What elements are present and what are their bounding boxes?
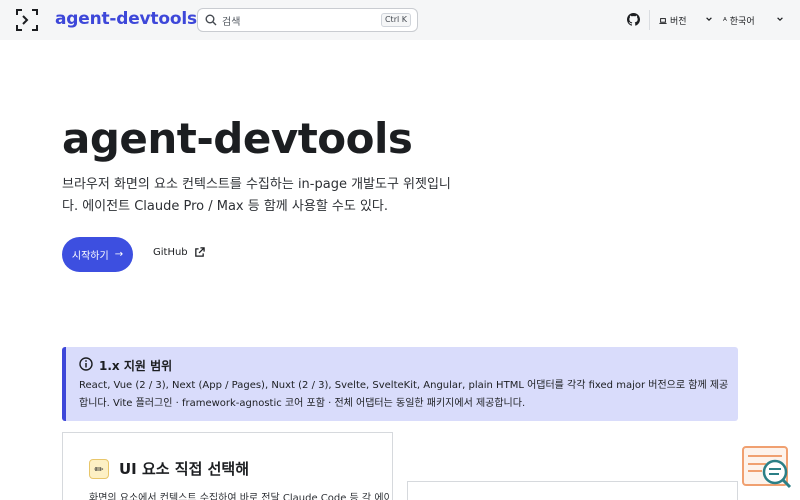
chevron-down-icon	[706, 17, 712, 22]
feature-card-title: UI 요소 직접 선택해	[119, 460, 250, 478]
hero-title: agent-devtools	[62, 114, 413, 163]
get-started-label: 시작하기	[71, 251, 109, 262]
search-icon	[205, 14, 217, 26]
search-placeholder: 검색	[222, 17, 241, 28]
admonition-body: React, Vue (2 / 3), Next (App / Pages), …	[79, 380, 729, 409]
navbar: agent-devtools 검색 Ctrl K 버전 ᴬ 한국어	[0, 0, 800, 40]
logo-icon[interactable]	[16, 9, 38, 31]
github-icon[interactable]	[627, 13, 640, 26]
hero-description: 브라우저 화면의 요소 컨텍스트를 수집하는 in-page 개발도구 위젯입니…	[62, 177, 451, 214]
feature-card-secondary	[407, 481, 738, 500]
info-icon	[79, 357, 93, 371]
pencil-icon: ✏	[89, 459, 109, 479]
info-admonition: 1.x 지원 범위 React, Vue (2 / 3), Next (App …	[62, 347, 738, 421]
admonition-title: 1.x 지원 범위	[99, 359, 173, 373]
chevron-down-icon	[777, 17, 783, 22]
github-link-label: GitHub	[153, 247, 188, 258]
version-dropdown[interactable]: 버전	[659, 14, 712, 27]
search-shortcut: Ctrl K	[380, 13, 411, 27]
external-link-icon	[194, 247, 205, 257]
version-label: 버전	[670, 17, 687, 27]
laptop-icon	[659, 17, 667, 24]
translate-icon: ᴬ	[723, 17, 727, 27]
brand-title[interactable]: agent-devtools	[55, 9, 197, 29]
get-started-button[interactable]: 시작하기 →	[62, 237, 133, 272]
navbar-divider	[649, 10, 650, 30]
github-link[interactable]: GitHub	[153, 247, 205, 258]
devtools-widget-icon[interactable]	[742, 446, 792, 490]
feature-card-description: 화면의 요소에서 컨텍스트 수집하여 바로 전달 Claude Code 등 각…	[89, 493, 389, 500]
search-input[interactable]: 검색 Ctrl K	[197, 8, 418, 32]
arrow-right-icon: →	[114, 249, 124, 260]
language-dropdown[interactable]: ᴬ 한국어	[723, 14, 783, 27]
feature-card: ✏ UI 요소 직접 선택해 화면의 요소에서 컨텍스트 수집하여 바로 전달 …	[62, 432, 393, 500]
language-label: 한국어	[729, 17, 755, 27]
